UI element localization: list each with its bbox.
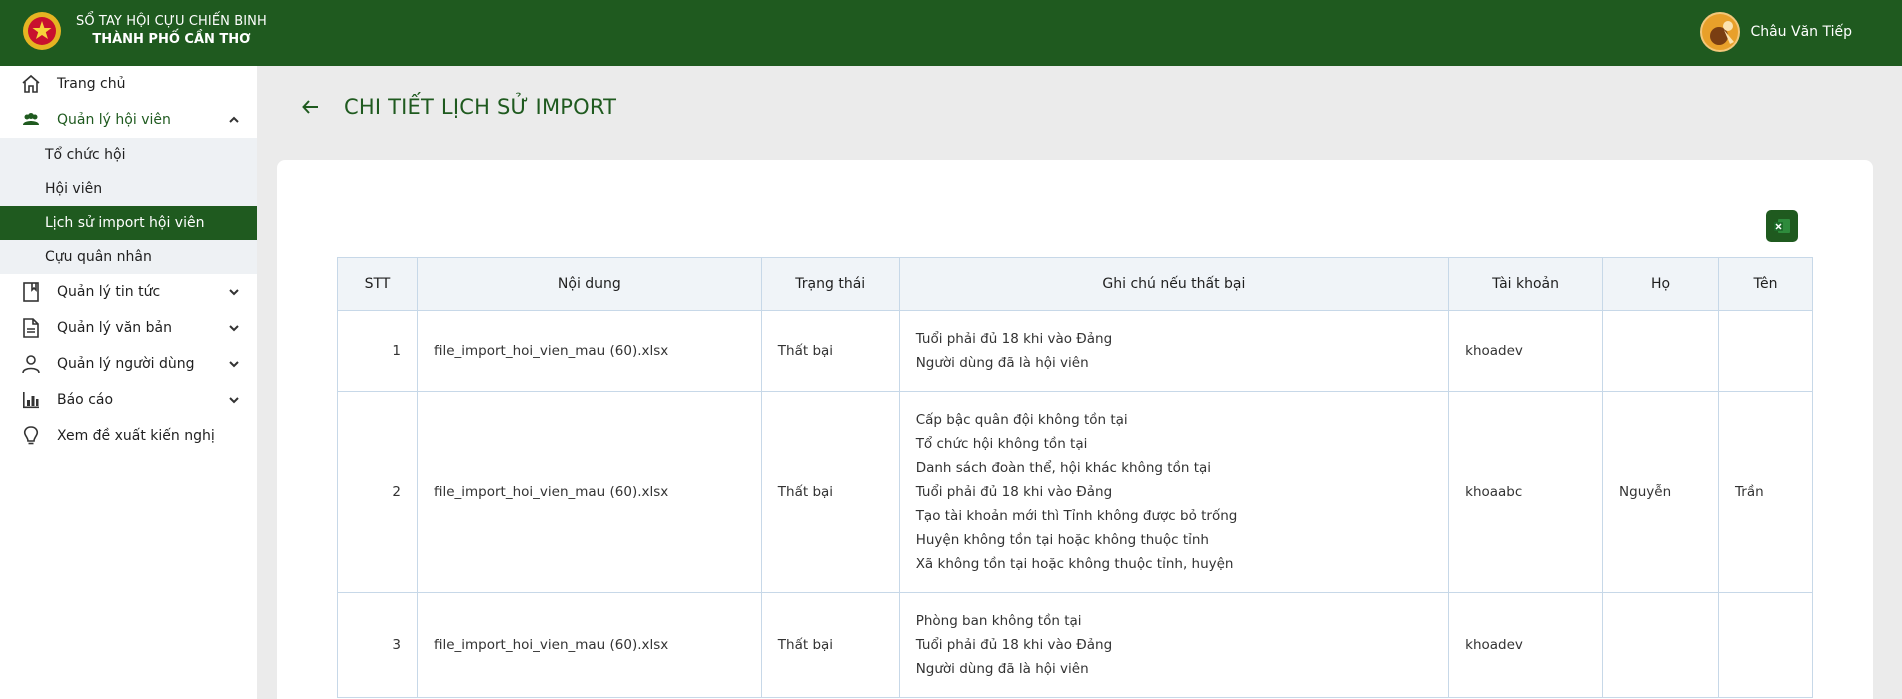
note-line: Tuổi phải đủ 18 khi vào Đảng	[915, 331, 1113, 347]
export-excel-button[interactable]	[1766, 210, 1798, 242]
column-header-first-name[interactable]: Tên	[1718, 257, 1813, 311]
note-line: Tạo tài khoản mới thì Tỉnh không được bỏ…	[915, 508, 1238, 524]
cell-stt: 1	[337, 310, 418, 392]
note-line: Cấp bậc quân đội không tồn tại	[915, 412, 1128, 428]
bookmark-book-icon	[20, 281, 42, 303]
cell-status: Thất bại	[760, 391, 900, 593]
sidebar-item-label: Quản lý tin tức	[57, 284, 161, 300]
user-name[interactable]: Châu Văn Tiếp	[1750, 24, 1852, 40]
page-header: CHI TIẾT LỊCH SỬ IMPORT	[300, 95, 616, 119]
sidebar-item-label: Báo cáo	[57, 392, 114, 408]
excel-icon	[1774, 219, 1790, 233]
column-header-content[interactable]: Nội dung	[416, 257, 762, 311]
column-header-notes[interactable]: Ghi chú nếu thất bại	[898, 257, 1450, 311]
cell-status: Thất bại	[760, 310, 900, 392]
page-title: CHI TIẾT LỊCH SỬ IMPORT	[344, 95, 617, 119]
sidebar-subitem-import-history[interactable]: Lịch sử import hội viên	[0, 206, 257, 240]
note-line: Người dùng đã là hội viên	[915, 355, 1089, 371]
chevron-down-icon[interactable]	[227, 393, 241, 407]
sidebar-item-members[interactable]: Quản lý hội viên	[0, 102, 257, 138]
cell-first-name: Trần	[1718, 391, 1813, 593]
sidebar-item-proposals[interactable]: Xem đề xuất kiến nghị	[0, 418, 257, 454]
cell-content: file_import_hoi_vien_mau (60).xlsx	[416, 592, 762, 698]
import-detail-table: STT Nội dung Trạng thái Ghi chú nếu thất…	[337, 257, 1813, 698]
avatar[interactable]	[1700, 12, 1741, 52]
sidebar-item-home[interactable]: Trang chủ	[0, 66, 257, 102]
lightbulb-icon	[20, 425, 42, 447]
sidebar-item-label: Quản lý người dùng	[57, 356, 195, 372]
arrow-left-icon[interactable]	[300, 96, 322, 118]
bar-chart-icon	[20, 389, 42, 411]
note-line: Xã không tồn tại hoặc không thuộc tỉnh, …	[915, 556, 1234, 572]
table-header-row: STT Nội dung Trạng thái Ghi chú nếu thất…	[337, 257, 1813, 311]
chevron-up-icon[interactable]	[227, 113, 241, 127]
users-group-icon	[20, 109, 42, 131]
sidebar-item-label: Xem đề xuất kiến nghị	[57, 428, 215, 444]
table-row[interactable]: 1 file_import_hoi_vien_mau (60).xlsx Thấ…	[337, 310, 1813, 392]
sidebar: Trang chủ Quản lý hội viên Tổ chức hội H…	[0, 66, 257, 699]
cell-account: khoadev	[1448, 310, 1604, 392]
column-header-account[interactable]: Tài khoản	[1448, 257, 1604, 311]
chevron-down-icon[interactable]	[227, 285, 241, 299]
sidebar-item-label: Quản lý hội viên	[57, 112, 171, 128]
note-line: Tuổi phải đủ 18 khi vào Đảng	[915, 637, 1113, 653]
cell-last-name	[1602, 310, 1719, 392]
note-line: Tổ chức hội không tồn tại	[915, 436, 1088, 452]
sidebar-item-label: Trang chủ	[57, 76, 126, 92]
user-menu[interactable]: Châu Văn Tiếp	[1700, 12, 1852, 52]
column-header-last-name[interactable]: Họ	[1602, 257, 1719, 311]
document-icon	[20, 317, 42, 339]
cell-first-name	[1718, 592, 1813, 698]
column-header-status[interactable]: Trạng thái	[760, 257, 900, 311]
sidebar-item-reports[interactable]: Báo cáo	[0, 382, 257, 418]
cell-first-name	[1718, 310, 1813, 392]
cell-account: khoaabc	[1448, 391, 1604, 593]
brand-line-1: SỔ TAY HỘI CỰU CHIẾN BINH	[76, 14, 267, 29]
members-submenu: Tổ chức hội Hội viên Lịch sử import hội …	[0, 138, 257, 274]
cell-last-name	[1602, 592, 1719, 698]
cell-stt: 2	[337, 391, 418, 593]
note-line: Tuổi phải đủ 18 khi vào Đảng	[915, 484, 1113, 500]
table-row[interactable]: 3 file_import_hoi_vien_mau (60).xlsx Thấ…	[337, 592, 1813, 698]
cell-content: file_import_hoi_vien_mau (60).xlsx	[416, 310, 762, 392]
home-icon	[20, 73, 42, 95]
chevron-down-icon[interactable]	[227, 321, 241, 335]
cell-stt: 3	[337, 592, 418, 698]
column-header-stt[interactable]: STT	[337, 257, 418, 311]
top-header: SỔ TAY HỘI CỰU CHIẾN BINH THÀNH PHỐ CẦN …	[0, 0, 1902, 66]
sidebar-subitem-veterans[interactable]: Cựu quân nhân	[0, 240, 257, 274]
cell-content: file_import_hoi_vien_mau (60).xlsx	[416, 391, 762, 593]
cell-account: khoadev	[1448, 592, 1604, 698]
note-line: Người dùng đã là hội viên	[915, 661, 1089, 677]
emblem-logo-icon	[23, 12, 61, 50]
brand-title: SỔ TAY HỘI CỰU CHIẾN BINH THÀNH PHỐ CẦN …	[76, 14, 267, 50]
cell-status: Thất bại	[760, 592, 900, 698]
cell-notes: Tuổi phải đủ 18 khi vào Đảng Người dùng …	[898, 310, 1450, 392]
note-line: Danh sách đoàn thể, hội khác không tồn t…	[915, 460, 1212, 476]
brand-line-2: THÀNH PHỐ CẦN THƠ	[92, 32, 251, 47]
cell-notes: Cấp bậc quân đội không tồn tại Tổ chức h…	[898, 391, 1450, 593]
cell-notes: Phòng ban không tồn tại Tuổi phải đủ 18 …	[898, 592, 1450, 698]
sidebar-subitem-members[interactable]: Hội viên	[0, 172, 257, 206]
note-line: Huyện không tồn tại hoặc không thuộc tỉn…	[915, 532, 1209, 548]
user-icon	[20, 353, 42, 375]
sidebar-item-users[interactable]: Quản lý người dùng	[0, 346, 257, 382]
table-row[interactable]: 2 file_import_hoi_vien_mau (60).xlsx Thấ…	[337, 391, 1813, 593]
sidebar-subitem-organizations[interactable]: Tổ chức hội	[0, 138, 257, 172]
chevron-down-icon[interactable]	[227, 357, 241, 371]
cell-last-name: Nguyễn	[1602, 391, 1719, 593]
sidebar-item-documents[interactable]: Quản lý văn bản	[0, 310, 257, 346]
sidebar-item-label: Quản lý văn bản	[57, 320, 172, 336]
note-line: Phòng ban không tồn tại	[915, 613, 1082, 629]
sidebar-item-news[interactable]: Quản lý tin tức	[0, 274, 257, 310]
